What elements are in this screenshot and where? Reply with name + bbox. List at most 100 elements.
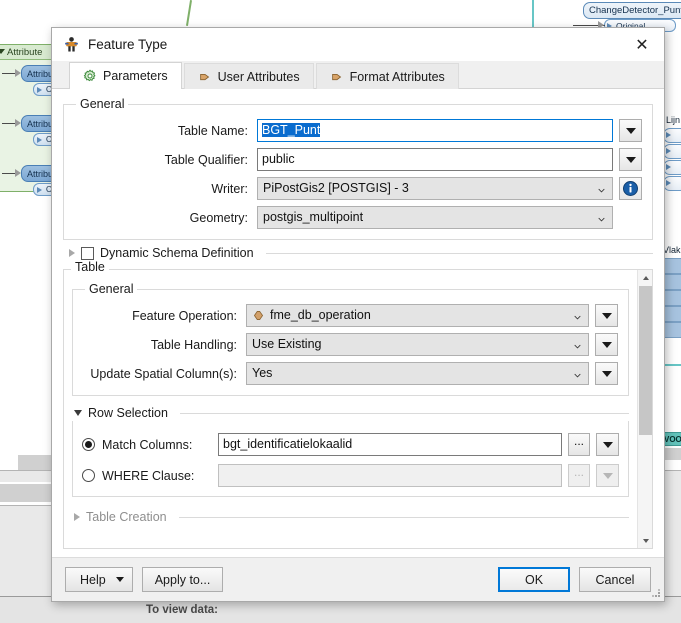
row-selection-box: Match Columns: bgt_identificatielokaalid…: [72, 421, 629, 497]
divider: [178, 516, 629, 518]
feature-operation-value: fme_db_operation: [270, 308, 371, 322]
scrollbar-down-button[interactable]: [638, 533, 653, 548]
row-writer: Writer: PiPostGis2 [POSTGIS] - 3: [74, 177, 642, 200]
chevron-down-icon: [642, 538, 649, 543]
panel-scroll-thumb[interactable]: [18, 455, 52, 471]
triangle-down-icon: [625, 127, 636, 134]
row-table-handling: Table Handling: Use Existing: [83, 333, 618, 356]
chevron-up-icon: [642, 275, 649, 280]
triangle-down-icon: [602, 441, 613, 448]
row-geometry: Geometry: postgis_multipoint: [74, 206, 642, 229]
table-name-dropdown-button[interactable]: [619, 119, 642, 142]
canvas-connector-teal: [532, 0, 534, 30]
update-spatial-columns-dropdown-button[interactable]: [595, 362, 618, 385]
table-handling-select[interactable]: Use Existing: [246, 333, 589, 356]
dynamic-schema-checkbox[interactable]: [81, 246, 94, 260]
help-button[interactable]: Help: [65, 567, 133, 592]
canvas-connector-green: [185, 0, 193, 26]
match-columns-browse-button[interactable]: ...: [568, 433, 590, 456]
table-creation-header: Table Creation: [74, 510, 629, 524]
canvas-node-label: Attribu: [27, 69, 54, 79]
canvas-node-port[interactable]: [663, 160, 681, 175]
attribute-arrow-icon: [253, 311, 264, 320]
fme-feature-type-icon: [65, 37, 78, 52]
row-selection-legend: Row Selection: [88, 406, 168, 420]
scrollbar-up-button[interactable]: [638, 270, 653, 285]
table-handling-value: Use Existing: [252, 337, 322, 351]
match-columns-label: Match Columns:: [102, 437, 193, 452]
ok-button-label: OK: [524, 572, 544, 587]
apply-to-button[interactable]: Apply to...: [141, 567, 224, 592]
where-clause-radio[interactable]: [82, 469, 95, 482]
chevron-right-icon[interactable]: [69, 249, 75, 257]
match-columns-dropdown-button[interactable]: [596, 433, 619, 456]
arrow-right-icon: [199, 73, 209, 80]
writer-select[interactable]: PiPostGis2 [POSTGIS] - 3: [257, 177, 613, 200]
row-table-name: Table Name: BGT_Punt: [74, 119, 642, 142]
table-qualifier-dropdown-button[interactable]: [619, 148, 642, 171]
table-section: Table General Feature Operation: fme_db_…: [63, 260, 653, 549]
panel-white-left: [0, 400, 52, 456]
table-general-legend: General: [89, 282, 134, 296]
row-match-columns: Match Columns: bgt_identificatielokaalid…: [82, 433, 619, 456]
close-icon[interactable]: ✕: [620, 28, 664, 61]
bookmark-label: Attribute: [7, 47, 43, 58]
update-spatial-columns-select[interactable]: Yes: [246, 362, 589, 385]
chevron-right-icon[interactable]: [74, 513, 80, 521]
general-group-legend: General: [80, 97, 125, 111]
tab-label: Format Attributes: [349, 69, 445, 84]
table-scrollbar[interactable]: [637, 270, 652, 548]
dynamic-schema-row: Dynamic Schema Definition: [69, 246, 653, 260]
table-general-group: General Feature Operation: fme_db_operat…: [72, 282, 629, 396]
dialog-tabstrip: Parameters User Attributes Format Attrib…: [52, 61, 664, 89]
chevron-down-icon: [598, 188, 605, 192]
divider: [179, 412, 629, 414]
match-columns-radio[interactable]: [82, 438, 95, 451]
tab-parameters[interactable]: Parameters: [69, 62, 182, 89]
table-handling-dropdown-button[interactable]: [595, 333, 618, 356]
row-where-clause: WHERE Clause: ...: [82, 464, 619, 487]
geometry-select[interactable]: postgis_multipoint: [257, 206, 613, 229]
scrollbar-thumb[interactable]: [639, 286, 652, 435]
ok-button[interactable]: OK: [498, 567, 570, 592]
table-name-input[interactable]: BGT_Punt: [257, 119, 613, 142]
panel-divider: [0, 470, 52, 482]
table-qualifier-value: public: [262, 152, 295, 166]
tab-user-attributes[interactable]: User Attributes: [183, 63, 314, 89]
canvas-node-port[interactable]: [663, 176, 681, 191]
chevron-down-icon[interactable]: [74, 410, 82, 416]
table-scroll-content: General Feature Operation: fme_db_operat…: [64, 270, 637, 548]
feature-operation-select[interactable]: fme_db_operation: [246, 304, 589, 327]
table-group-legend: Table: [71, 260, 109, 274]
cancel-button-label: Cancel: [595, 572, 635, 587]
panel-toolbar: [0, 484, 52, 502]
writer-label: Writer:: [211, 181, 248, 196]
help-button-label: Help: [80, 572, 106, 587]
writer-info-button[interactable]: [619, 177, 642, 200]
canvas-node-port[interactable]: [663, 128, 681, 143]
canvas-node-changedetector[interactable]: ChangeDetector_Punt: [583, 2, 681, 19]
table-group-box: General Feature Operation: fme_db_operat…: [63, 269, 653, 549]
table-name-value: BGT_Punt: [262, 123, 321, 137]
where-clause-browse-button[interactable]: ...: [568, 464, 590, 487]
parameters-panel: General Table Name: BGT_Punt Table Quali…: [52, 89, 664, 557]
footer-text: To view data:: [146, 604, 218, 616]
canvas-group-label-lijn: Lijn: [666, 115, 681, 125]
canvas-node-port[interactable]: [663, 144, 681, 159]
feature-operation-dropdown-button[interactable]: [595, 304, 618, 327]
where-clause-dropdown-button[interactable]: [596, 464, 619, 487]
cancel-button[interactable]: Cancel: [579, 567, 651, 592]
divider: [265, 252, 653, 254]
chevron-down-icon: [574, 344, 581, 348]
dialog-title: Feature Type: [88, 37, 168, 52]
chevron-down-icon: [574, 373, 581, 377]
resize-grip-icon[interactable]: [652, 589, 661, 598]
triangle-down-icon[interactable]: [115, 577, 124, 582]
canvas-node-label: Attribu: [27, 169, 54, 179]
dialog-titlebar[interactable]: Feature Type ✕: [52, 28, 664, 61]
where-clause-input[interactable]: [218, 464, 562, 487]
tab-format-attributes[interactable]: Format Attributes: [315, 63, 459, 89]
table-creation-legend: Table Creation: [86, 510, 167, 524]
match-columns-input[interactable]: bgt_identificatielokaalid: [218, 433, 562, 456]
table-qualifier-input[interactable]: public: [257, 148, 613, 171]
